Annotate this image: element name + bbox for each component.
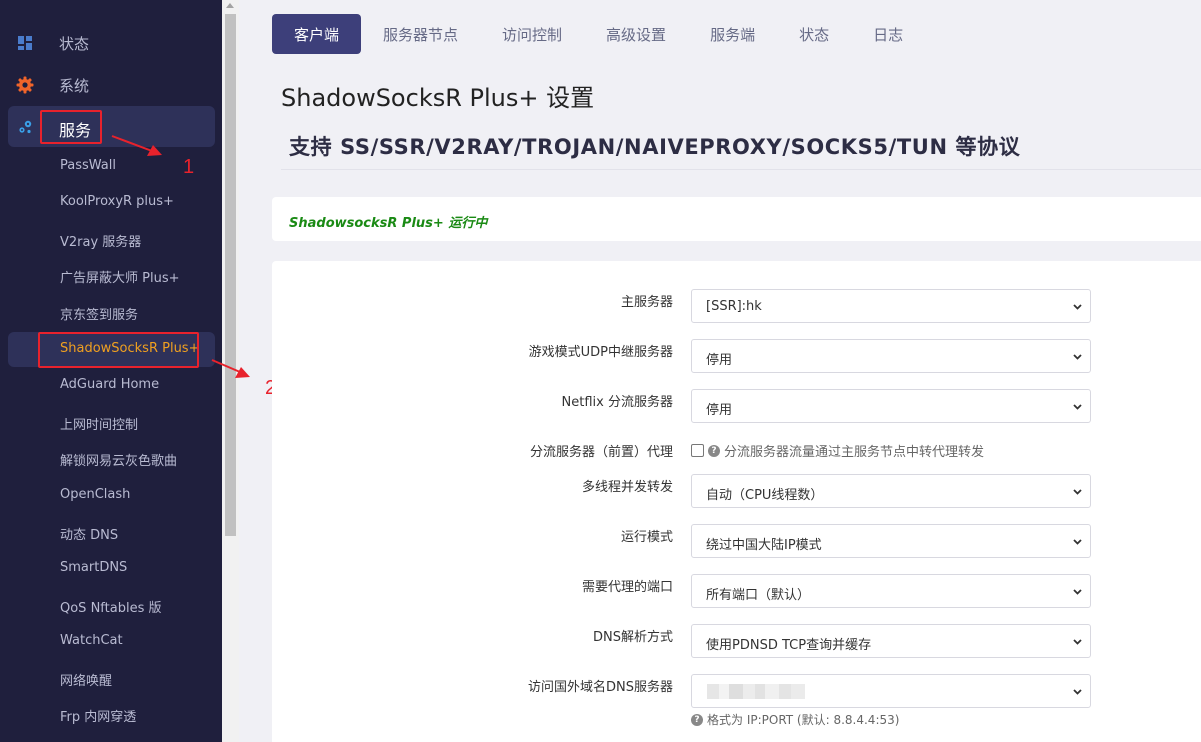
foreign-dns-select[interactable] — [691, 674, 1091, 708]
chevron-down-icon — [1073, 689, 1082, 695]
sidebar-item-openclash[interactable]: OpenClash — [8, 479, 215, 513]
nav-item-label: 服务 — [59, 121, 92, 140]
sidebar-item-adguard[interactable]: AdGuard Home — [8, 369, 215, 403]
udp-relay-select[interactable]: 停用 — [691, 339, 1091, 373]
sidebar-item-label: 广告屏蔽大师 Plus+ — [60, 271, 180, 286]
help-icon: ? — [691, 713, 703, 726]
select-value: 停用 — [706, 353, 733, 368]
sidebar: 状态 系统 服务 PassWall KoolProxyR plus+ V2ray… — [0, 0, 222, 742]
sidebar-item-label: KoolProxyR plus+ — [60, 194, 174, 209]
sidebar-item-label: 上网时间控制 — [60, 418, 139, 433]
pre-proxy-label: 分流服务器（前置）代理 — [529, 445, 673, 460]
sidebar-item-koolproxyr[interactable]: KoolProxyR plus+ — [8, 186, 215, 220]
sidebar-item-label: WatchCat — [60, 633, 123, 648]
sidebar-item-label: AdGuard Home — [60, 377, 160, 392]
help-icon: ? — [708, 444, 720, 457]
gear-icon — [16, 76, 34, 94]
nav-item-label: 系统 — [59, 77, 90, 95]
tab-status[interactable]: 状态 — [777, 14, 851, 54]
tab-log[interactable]: 日志 — [851, 14, 925, 54]
tab-server[interactable]: 服务端 — [688, 14, 777, 54]
scrollbar[interactable] — [222, 0, 239, 742]
status-card: ShadowsocksR Plus+ 运行中 — [272, 197, 1201, 241]
chevron-down-icon — [1073, 354, 1082, 360]
sidebar-item-label: SmartDNS — [60, 560, 128, 575]
select-value: 使用PDNSD TCP查询并缓存 — [706, 638, 872, 653]
sidebar-item-qos[interactable]: QoS Nftables 版 — [8, 589, 215, 623]
sidebar-item-ddns[interactable]: 动态 DNS — [8, 516, 215, 550]
sidebar-item-label: PassWall — [60, 158, 116, 173]
main-server-label: 主服务器 — [620, 295, 673, 310]
redacted-value — [707, 684, 807, 699]
sidebar-item-frp[interactable]: Frp 内网穿透 — [8, 698, 215, 732]
select-value: [SSR]:hk — [706, 299, 762, 314]
sidebar-item-jd-signin[interactable]: 京东签到服务 — [8, 296, 215, 330]
page-title: ShadowSocksR Plus+ 设置 — [281, 84, 595, 112]
dns-mode-label: DNS解析方式 — [593, 630, 673, 645]
tab-access-control[interactable]: 访问控制 — [480, 14, 584, 54]
sidebar-item-label: 解锁网易云灰色歌曲 — [60, 454, 178, 469]
dashboard-icon — [16, 34, 34, 52]
nav-item-system[interactable]: 系统 — [8, 66, 215, 104]
divider — [281, 169, 1201, 170]
settings-form: 主服务器 [SSR]:hk 游戏模式UDP中继服务器 停用 Netflix 分流… — [272, 261, 1201, 742]
tab-client[interactable]: 客户端 — [272, 14, 362, 54]
sidebar-item-label: Frp 内网穿透 — [60, 710, 137, 725]
chevron-down-icon — [1073, 489, 1082, 495]
tab-advanced[interactable]: 高级设置 — [584, 14, 688, 54]
sidebar-item-watchcat[interactable]: WatchCat — [8, 625, 215, 659]
sidebar-item-time-control[interactable]: 上网时间控制 — [8, 406, 215, 440]
ports-select[interactable]: 所有端口（默认） — [691, 574, 1091, 608]
run-mode-select[interactable]: 绕过中国大陆IP模式 — [691, 524, 1091, 558]
threads-select[interactable]: 自动（CPU线程数） — [691, 474, 1091, 508]
tab-server-nodes[interactable]: 服务器节点 — [361, 14, 480, 54]
netflix-select[interactable]: 停用 — [691, 389, 1091, 423]
foreign-dns-label: 访问国外域名DNS服务器 — [528, 680, 673, 695]
annotation-step-1: 1 — [183, 156, 195, 178]
sidebar-item-adblock[interactable]: 广告屏蔽大师 Plus+ — [8, 259, 215, 293]
hint-text: 格式为 IP:PORT (默认: 8.8.4.4:53) — [707, 713, 900, 727]
sidebar-item-smartdns[interactable]: SmartDNS — [8, 552, 215, 586]
sidebar-item-v2ray-server[interactable]: V2ray 服务器 — [8, 223, 215, 257]
ports-label: 需要代理的端口 — [581, 580, 673, 595]
udp-relay-label: 游戏模式UDP中继服务器 — [528, 345, 673, 360]
nav-item-status[interactable]: 状态 — [8, 24, 215, 62]
netflix-label: Netflix 分流服务器 — [561, 395, 673, 410]
page-subtitle: 支持 SS/SSR/V2RAY/TROJAN/NAIVEPROXY/SOCKS5… — [289, 135, 1021, 159]
services-icon — [16, 118, 34, 136]
running-status: ShadowsocksR Plus+ 运行中 — [289, 216, 488, 231]
tab-bar: 客户端 服务器节点 访问控制 高级设置 服务端 状态 日志 — [272, 14, 925, 54]
foreign-dns-hint: ? 格式为 IP:PORT (默认: 8.8.4.4:53) — [691, 711, 899, 728]
dns-mode-select[interactable]: 使用PDNSD TCP查询并缓存 — [691, 624, 1091, 658]
scrollbar-thumb[interactable] — [225, 14, 236, 536]
select-value: 停用 — [706, 403, 733, 418]
select-value: 绕过中国大陆IP模式 — [706, 538, 822, 553]
scroll-up-arrow-icon[interactable] — [226, 3, 234, 8]
chevron-down-icon — [1073, 304, 1082, 310]
sidebar-item-wol[interactable]: 网络唤醒 — [8, 662, 215, 696]
threads-label: 多线程并发转发 — [581, 480, 673, 495]
pre-proxy-option: ? 分流服务器流量通过主服务节点中转代理转发 — [691, 441, 984, 460]
nav-item-label: 状态 — [59, 35, 90, 53]
select-value: 自动（CPU线程数） — [706, 488, 824, 503]
main-server-select[interactable]: [SSR]:hk — [691, 289, 1091, 323]
run-mode-label: 运行模式 — [620, 530, 673, 545]
sidebar-item-label: OpenClash — [60, 487, 131, 502]
sidebar-item-unblock-music[interactable]: 解锁网易云灰色歌曲 — [8, 442, 215, 476]
pre-proxy-checkbox[interactable] — [691, 444, 704, 457]
sidebar-item-label: 网络唤醒 — [60, 674, 113, 689]
select-value: 所有端口（默认） — [706, 588, 811, 603]
chevron-down-icon — [1073, 639, 1082, 645]
sidebar-item-shadowsocksr[interactable]: ShadowSocksR Plus+ — [8, 332, 215, 367]
sidebar-item-label: 动态 DNS — [60, 528, 119, 543]
sidebar-item-label: ShadowSocksR Plus+ — [60, 341, 200, 356]
sidebar-item-label: 京东签到服务 — [60, 308, 139, 323]
pre-proxy-help-text: 分流服务器流量通过主服务节点中转代理转发 — [724, 445, 985, 460]
sidebar-item-label: QoS Nftables 版 — [60, 601, 162, 616]
chevron-down-icon — [1073, 404, 1082, 410]
nav-item-services[interactable]: 服务 — [8, 106, 215, 147]
sidebar-item-label: V2ray 服务器 — [60, 235, 142, 250]
chevron-down-icon — [1073, 589, 1082, 595]
chevron-down-icon — [1073, 539, 1082, 545]
